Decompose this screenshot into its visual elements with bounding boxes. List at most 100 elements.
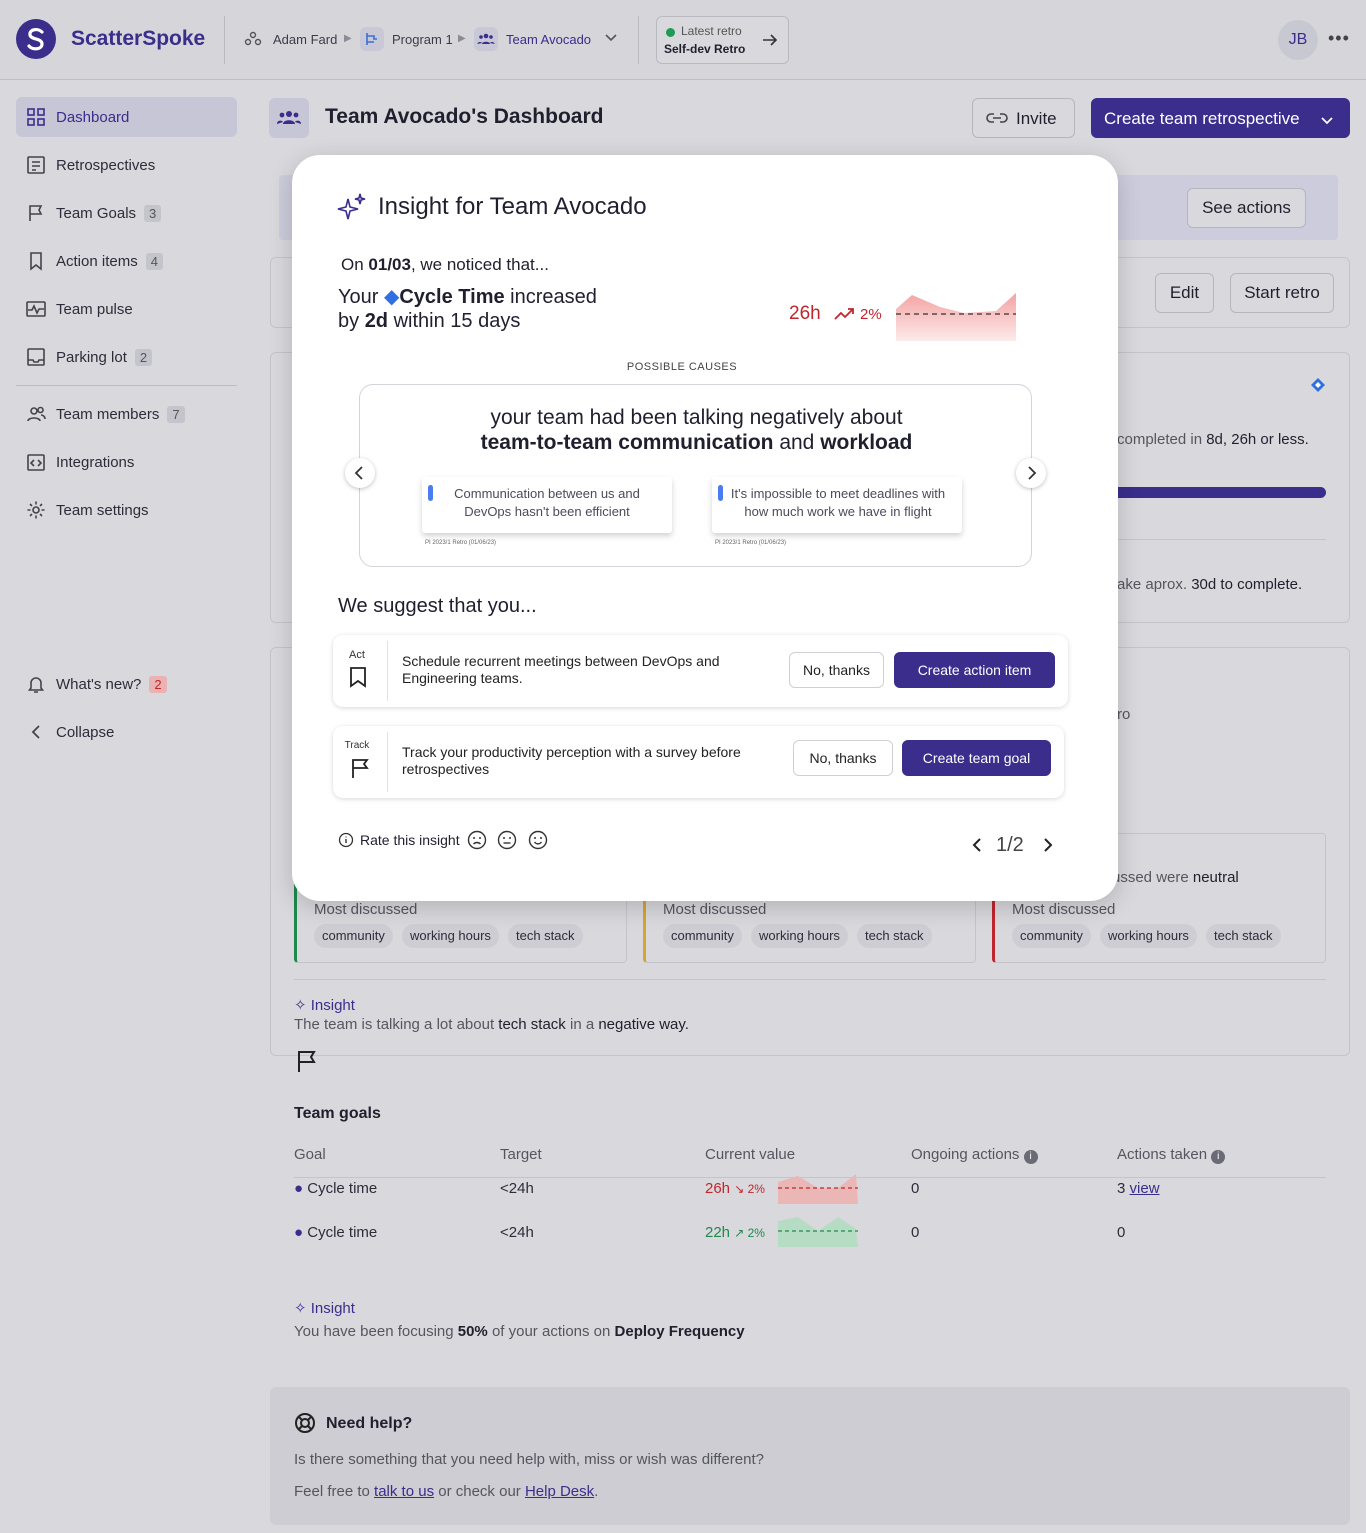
completed-text: completed in 8d, 26h or less. <box>1117 431 1309 448</box>
info-icon[interactable]: i <box>1211 1150 1226 1164</box>
sidebar-item-label: Team pulse <box>56 301 133 318</box>
pager-prev-button[interactable] <box>970 837 984 858</box>
sidebar-item-integrations[interactable]: Integrations <box>16 442 237 482</box>
count-badge: 3 <box>144 205 162 222</box>
goal-taken: 0 <box>1117 1224 1126 1241</box>
brand-name[interactable]: ScatterSpoke <box>71 27 205 51</box>
link-icon <box>986 109 1008 132</box>
topic-chip[interactable]: tech stack <box>508 924 583 948</box>
breadcrumb-program[interactable]: Program 1 <box>392 32 453 47</box>
topic-chip[interactable]: working hours <box>1100 924 1197 948</box>
integrations-icon <box>26 452 46 472</box>
sidebar-item-team-pulse[interactable]: Team pulse <box>16 289 237 329</box>
edit-button[interactable]: Edit <box>1155 273 1214 313</box>
goal-target: <24h <box>500 1180 534 1197</box>
invite-button[interactable]: Invite <box>972 98 1075 138</box>
modal-title: Insight for Team Avocado <box>378 193 647 220</box>
goal-ongoing: 0 <box>911 1224 920 1241</box>
metric-pct: 2% <box>860 306 882 323</box>
help-desk-link[interactable]: Help Desk <box>525 1483 594 1500</box>
goal-target: <24h <box>500 1224 534 1241</box>
scatterspoke-logo-icon[interactable] <box>16 19 56 59</box>
neutral-face-icon[interactable] <box>497 830 517 855</box>
page-title: Team Avocado's Dashboard <box>325 105 604 128</box>
topic-chip[interactable]: working hours <box>751 924 848 948</box>
topic-chip[interactable]: working hours <box>402 924 499 948</box>
team-avatar-icon <box>269 98 309 138</box>
create-action-item-button[interactable]: Create action item <box>894 652 1055 688</box>
divider <box>387 641 388 701</box>
see-actions-button[interactable]: See actions <box>1187 188 1306 228</box>
topic-chip[interactable]: community <box>314 924 393 948</box>
sidebar-item-whats-new[interactable]: What's new? 2 <box>16 664 237 704</box>
no-thanks-button[interactable]: No, thanks <box>793 740 893 776</box>
carousel-next-button[interactable] <box>1016 458 1046 488</box>
insight-label: ✧ Insight <box>294 1300 355 1317</box>
truncated-text: ro <box>1117 706 1131 723</box>
topic-chip[interactable]: community <box>663 924 742 948</box>
sidebar-item-team-goals[interactable]: Team Goals 3 <box>16 193 237 233</box>
topic-chip[interactable]: tech stack <box>857 924 932 948</box>
bell-icon <box>26 674 46 694</box>
latest-retro-name: Self-dev Retro <box>664 42 746 56</box>
sidebar-item-label: Team settings <box>56 502 149 519</box>
avatar[interactable]: JB <box>1278 20 1318 60</box>
invite-label: Invite <box>1016 109 1057 128</box>
sad-face-icon[interactable] <box>467 830 487 855</box>
chevron-down-icon[interactable] <box>604 30 618 49</box>
breadcrumb-user[interactable]: Adam Fard <box>273 32 337 47</box>
suggestion-type: Track <box>344 740 370 751</box>
suggestion-act: Act Schedule recurrent meetings between … <box>333 635 1068 707</box>
sparkle-icon: ✧ <box>294 1300 307 1317</box>
talk-to-us-link[interactable]: talk to us <box>374 1483 434 1500</box>
column-header: Target <box>500 1146 542 1163</box>
count-badge: 2 <box>134 349 153 366</box>
status-dot-icon <box>666 28 675 37</box>
divider <box>294 979 1326 980</box>
count-badge: 2 <box>149 676 167 693</box>
sidebar-item-label: What's new? 2 <box>56 676 167 693</box>
view-link[interactable]: view <box>1130 1180 1160 1197</box>
sidebar-item-label: Dashboard <box>56 109 130 126</box>
sticky-marker <box>428 485 433 501</box>
no-thanks-button[interactable]: No, thanks <box>789 652 884 688</box>
sticky-source: PI 2023/1 Retro (01/06/23) <box>715 540 787 546</box>
most-discussed-label: Most discussed <box>1012 901 1116 918</box>
divider <box>224 16 225 64</box>
pulse-icon <box>26 299 46 319</box>
sidebar-item-action-items[interactable]: Action items 4 <box>16 241 237 281</box>
most-discussed-label: Most discussed <box>663 901 767 918</box>
breadcrumb-team[interactable]: Team Avocado <box>506 32 591 47</box>
collapse-button[interactable]: Collapse <box>16 712 237 752</box>
carousel-prev-button[interactable] <box>345 458 375 488</box>
sidebar-item-label: Team Goals 3 <box>56 205 162 222</box>
happy-face-icon[interactable] <box>528 830 548 855</box>
latest-retro-button[interactable]: Latest retro Self-dev Retro <box>656 16 789 64</box>
create-team-goal-button[interactable]: Create team goal <box>902 740 1051 776</box>
info-icon[interactable]: i <box>1023 1150 1038 1164</box>
insight-label: ✧ Insight <box>294 997 355 1014</box>
sidebar-item-team-settings[interactable]: Team settings <box>16 490 237 530</box>
count-badge: 7 <box>167 406 185 423</box>
program-icon <box>360 27 384 51</box>
sidebar-item-label: Retrospectives <box>56 157 156 174</box>
top-bar: ScatterSpoke Adam Fard ▶ Program 1 ▶ Tea… <box>0 0 1366 80</box>
metric-sparkline <box>896 289 1018 346</box>
sidebar-item-label: Parking lot 2 <box>56 349 153 366</box>
sidebar-item-retrospectives[interactable]: Retrospectives <box>16 145 237 185</box>
topic-chip[interactable]: community <box>1012 924 1091 948</box>
aprox-text: ake aprox. 30d to complete. <box>1117 576 1303 593</box>
sidebar-item-dashboard[interactable]: Dashboard <box>16 97 237 137</box>
grid-icon <box>26 107 46 127</box>
topic-chip[interactable]: tech stack <box>1206 924 1281 948</box>
start-retro-button[interactable]: Start retro <box>1230 273 1334 313</box>
more-options-icon[interactable]: ••• <box>1328 28 1350 49</box>
create-team-retrospective-button[interactable]: Create team retrospective <box>1091 98 1350 138</box>
pager-next-button[interactable] <box>1041 837 1055 858</box>
chevron-right-icon: ▶ <box>458 33 466 44</box>
bookmark-icon <box>349 666 367 693</box>
column-header: Actions taken i <box>1117 1146 1226 1164</box>
goal-current-value: 26h ↘ 2% <box>705 1180 765 1197</box>
sidebar-item-team-members[interactable]: Team members 7 <box>16 394 237 434</box>
sidebar-item-parking-lot[interactable]: Parking lot 2 <box>16 337 237 377</box>
